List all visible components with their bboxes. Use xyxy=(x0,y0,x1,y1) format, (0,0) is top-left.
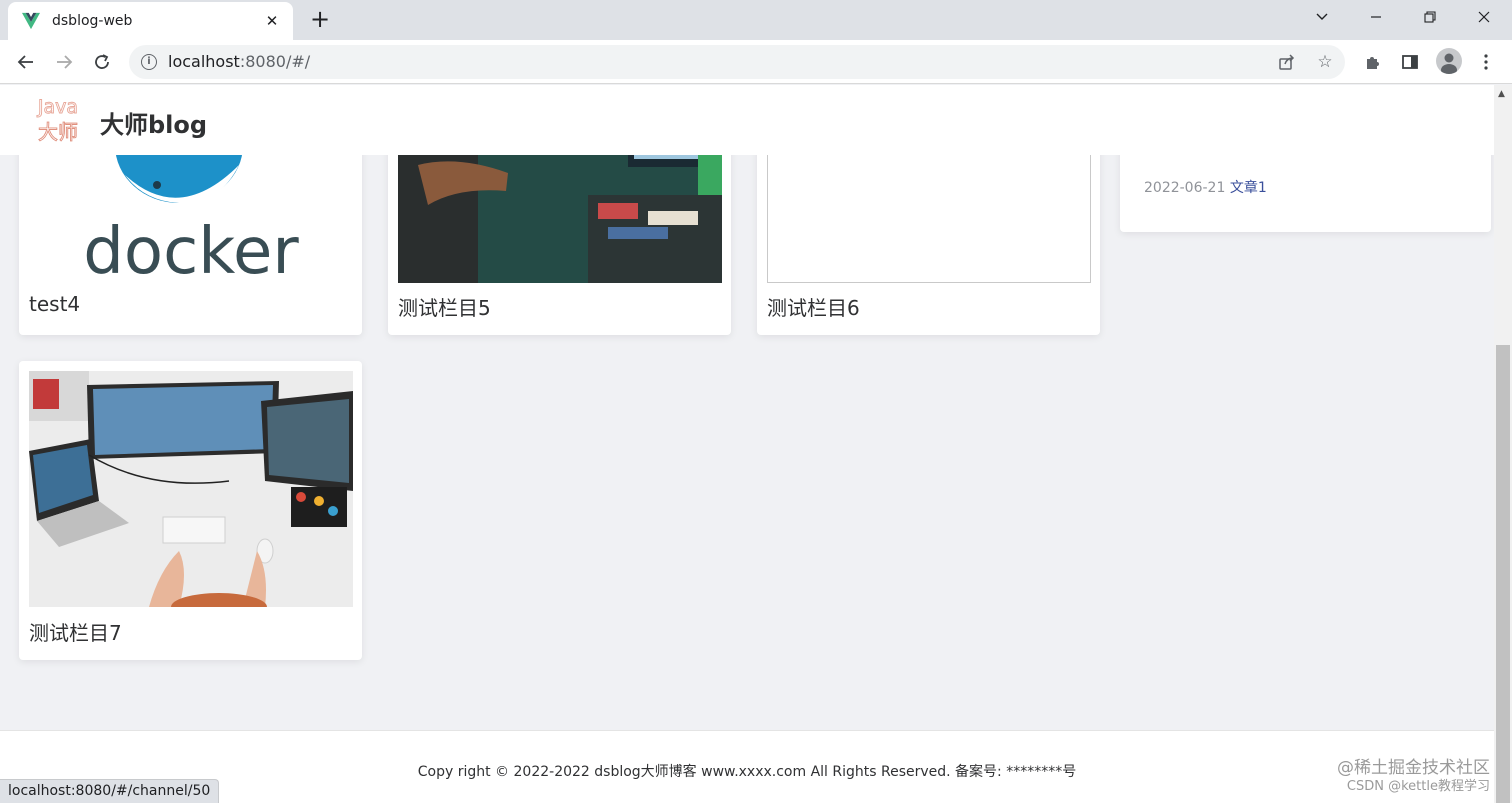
back-arrow-icon[interactable] xyxy=(10,46,42,78)
restore-icon[interactable] xyxy=(1404,0,1456,34)
status-bar-url: localhost:8080/#/channel/50 xyxy=(0,779,220,803)
address-bar[interactable]: i localhost:8080/#/ ☆ xyxy=(129,45,1345,79)
site-header: Java 大师 大师blog xyxy=(0,85,1494,155)
vue-logo-icon xyxy=(22,12,40,30)
site-footer: Copy right © 2022-2022 dsblog大师博客 www.xx… xyxy=(0,730,1494,803)
card-title[interactable]: 测试栏目6 xyxy=(767,292,860,321)
url-text[interactable]: localhost:8080/#/ xyxy=(168,52,310,71)
channel-card[interactable]: 测试栏目7 xyxy=(19,361,362,660)
browser-menu-icon[interactable] xyxy=(1474,50,1498,74)
forward-arrow-icon[interactable] xyxy=(48,46,80,78)
card-title[interactable]: test4 xyxy=(29,292,80,316)
side-panel-icon[interactable] xyxy=(1398,50,1422,74)
watermark: @稀土掘金技术社区 CSDN @kettle教程学习 xyxy=(1337,758,1490,794)
browser-toolbar: i localhost:8080/#/ ☆ xyxy=(0,40,1512,84)
bookmark-star-icon[interactable]: ☆ xyxy=(1315,52,1335,72)
share-icon[interactable] xyxy=(1277,52,1297,72)
svg-text:大师: 大师 xyxy=(38,120,78,144)
scrollbar-thumb[interactable] xyxy=(1496,345,1510,803)
extensions-puzzle-icon[interactable] xyxy=(1361,50,1385,74)
card-title[interactable]: 测试栏目5 xyxy=(398,292,491,321)
new-tab-button[interactable]: + xyxy=(306,6,334,34)
browser-tabstrip: dsblog-web ✕ + xyxy=(0,0,1512,40)
photo-desk-monitors xyxy=(29,371,353,607)
card-image-photo[interactable] xyxy=(29,371,353,607)
minimize-icon[interactable] xyxy=(1350,0,1402,34)
site-info-icon[interactable]: i xyxy=(141,54,157,70)
tab-close-icon[interactable]: ✕ xyxy=(263,12,281,30)
browser-tab[interactable]: dsblog-web ✕ xyxy=(8,2,293,40)
profile-avatar-icon[interactable] xyxy=(1436,48,1462,74)
site-name[interactable]: 大师blog xyxy=(100,105,207,140)
article-date: 2022-06-21 文章1 xyxy=(1144,180,1267,196)
article-link[interactable]: 文章1 xyxy=(1230,180,1267,196)
tab-title: dsblog-web xyxy=(52,13,133,29)
site-logo[interactable]: Java 大师 xyxy=(30,91,86,147)
svg-text:docker: docker xyxy=(83,215,299,283)
svg-text:Java: Java xyxy=(37,96,78,118)
page-scrollbar[interactable]: ▲ xyxy=(1494,85,1512,803)
page-viewport: docker test4 测试栏目5 测试栏目6 测试栏目7 2022-06-2… xyxy=(0,85,1494,803)
copyright-text: Copy right © 2022-2022 dsblog大师博客 www.xx… xyxy=(417,764,1077,780)
tab-search-icon[interactable] xyxy=(1296,0,1348,34)
card-title[interactable]: 测试栏目7 xyxy=(29,617,122,646)
close-window-icon[interactable] xyxy=(1458,0,1510,34)
reload-icon[interactable] xyxy=(86,46,118,78)
scroll-up-arrow-icon[interactable]: ▲ xyxy=(1498,89,1505,99)
